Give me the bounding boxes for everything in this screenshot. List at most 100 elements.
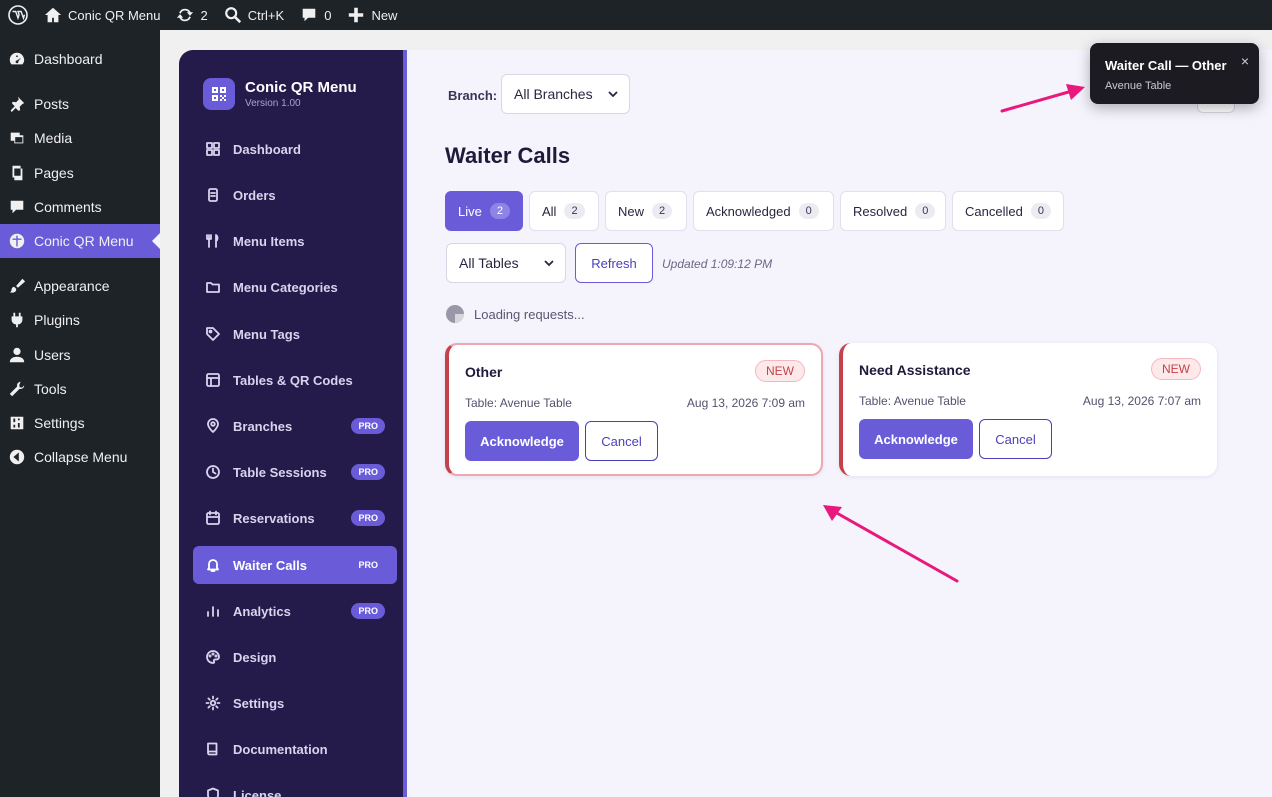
wp-menu-settings[interactable]: Settings	[0, 406, 160, 440]
call-type: Other	[465, 364, 503, 380]
new-content-link[interactable]: New	[339, 0, 405, 30]
media-icon	[0, 129, 34, 147]
admin-bar: Conic QR Menu 2 Ctrl+K 0 New	[0, 0, 1272, 30]
table-filter-select[interactable]: All Tables	[446, 243, 566, 283]
sliders-icon	[0, 414, 34, 432]
status-badge: NEW	[755, 360, 805, 382]
tab-count: 0	[915, 203, 936, 219]
nav-reservations[interactable]: Reservations PRO	[193, 499, 397, 537]
table-icon	[193, 372, 233, 388]
wp-menu-label: Appearance	[34, 278, 110, 294]
plugin-brand: Conic QR Menu Version 1.00	[203, 78, 357, 110]
tab-all[interactable]: All 2	[529, 191, 599, 231]
tab-count: 2	[489, 203, 510, 219]
refresh-icon	[177, 8, 194, 22]
chevron-down-icon	[608, 91, 618, 98]
wp-menu-dashboard[interactable]: Dashboard	[0, 42, 160, 76]
clock-icon	[193, 464, 233, 480]
wp-menu-tools[interactable]: Tools	[0, 372, 160, 406]
nav-menu-categories[interactable]: Menu Categories	[193, 268, 397, 306]
refresh-button[interactable]: Refresh	[575, 243, 653, 283]
tab-new[interactable]: New 2	[605, 191, 687, 231]
wp-menu-users[interactable]: Users	[0, 338, 160, 372]
gear-icon	[193, 695, 233, 711]
nav-analytics[interactable]: Analytics PRO	[193, 592, 397, 630]
tab-label: New	[618, 203, 645, 219]
calendar-icon	[193, 510, 233, 526]
call-table: Table: Avenue Table	[859, 394, 966, 408]
nav-orders[interactable]: Orders	[193, 176, 397, 214]
wp-menu-posts[interactable]: Posts	[0, 87, 160, 121]
pro-badge: PRO	[351, 418, 385, 434]
toast-subtitle: Avenue Table	[1105, 80, 1172, 92]
wp-menu-label: Dashboard	[34, 51, 103, 67]
tab-label: Live	[458, 203, 482, 219]
branch-select[interactable]: All Branches	[501, 74, 630, 114]
wordpress-logo-icon[interactable]	[0, 0, 36, 30]
tab-label: Cancelled	[965, 203, 1023, 219]
tab-live[interactable]: Live 2	[445, 191, 523, 231]
nav-label: Analytics	[233, 603, 291, 619]
wp-menu-plugins[interactable]: Plugins	[0, 303, 160, 337]
wp-menu-label: Plugins	[34, 312, 80, 328]
wp-menu-label: Comments	[34, 199, 102, 215]
acknowledge-button[interactable]: Acknowledge	[465, 421, 579, 461]
site-name-link[interactable]: Conic QR Menu	[36, 0, 168, 30]
pro-badge: PRO	[351, 464, 385, 480]
loading-indicator: Loading requests...	[446, 305, 585, 323]
updates-link[interactable]: 2	[168, 0, 215, 30]
nav-label: Menu Categories	[233, 279, 338, 295]
updated-timestamp: Updated 1:09:12 PM	[662, 257, 773, 271]
nav-branches[interactable]: Branches PRO	[193, 407, 397, 445]
nav-label: Waiter Calls	[233, 557, 307, 573]
wp-menu-comments[interactable]: Comments	[0, 190, 160, 224]
wp-menu-appearance[interactable]: Appearance	[0, 269, 160, 303]
close-icon[interactable]: ×	[1241, 53, 1249, 69]
nav-design[interactable]: Design	[193, 638, 397, 676]
nav-label: Settings	[233, 695, 285, 711]
pages-icon	[0, 164, 34, 182]
wp-menu-media[interactable]: Media	[0, 121, 160, 155]
shield-icon	[193, 787, 233, 797]
tab-acknowledged[interactable]: Acknowledged 0	[693, 191, 834, 231]
nav-table-sessions[interactable]: Table Sessions PRO	[193, 453, 397, 491]
plus-icon	[349, 7, 364, 23]
nav-menu-tags[interactable]: Menu Tags	[193, 315, 397, 353]
search-icon	[224, 7, 241, 24]
comments-link[interactable]: 0	[292, 0, 339, 30]
search-shortcut[interactable]: Ctrl+K	[216, 0, 292, 30]
tag-icon	[193, 326, 233, 342]
status-badge: NEW	[1151, 358, 1201, 380]
wp-menu-conic-qr-menu[interactable]: Conic QR Menu	[0, 224, 160, 258]
nav-documentation[interactable]: Documentation	[193, 730, 397, 768]
plugin-shell: Conic QR Menu Version 1.00 Dashboard Ord…	[179, 50, 1272, 797]
nav-label: License	[233, 787, 282, 797]
wp-menu-pages[interactable]: Pages	[0, 156, 160, 190]
acknowledge-button[interactable]: Acknowledge	[859, 419, 973, 459]
wp-menu-label: Collapse Menu	[34, 449, 128, 465]
wp-menu-collapse[interactable]: Collapse Menu	[0, 440, 160, 474]
nav-waiter-calls[interactable]: Waiter Calls PRO	[193, 546, 397, 584]
qr-logo-icon	[203, 78, 235, 110]
nav-license[interactable]: License	[193, 776, 397, 797]
wp-menu-label: Tools	[34, 381, 67, 397]
tab-cancelled[interactable]: Cancelled 0	[952, 191, 1064, 231]
tab-label: All	[542, 203, 557, 219]
branch-select-value: All Branches	[514, 86, 593, 102]
dashboard-icon	[0, 50, 34, 68]
nav-label: Orders	[233, 187, 276, 203]
cancel-button[interactable]: Cancel	[585, 421, 658, 461]
chevron-down-icon	[544, 260, 554, 267]
waiter-call-toast[interactable]: Waiter Call — Other Avenue Table ×	[1090, 43, 1259, 104]
bar-chart-icon	[193, 603, 233, 619]
updates-count: 2	[200, 7, 208, 23]
nav-dashboard[interactable]: Dashboard	[193, 130, 397, 168]
nav-settings[interactable]: Settings	[193, 684, 397, 722]
nav-tables-qr[interactable]: Tables & QR Codes	[193, 361, 397, 399]
comment-icon	[0, 198, 34, 216]
tab-resolved[interactable]: Resolved 0	[840, 191, 946, 231]
pro-badge: PRO	[351, 603, 385, 619]
nav-menu-items[interactable]: Menu Items	[193, 222, 397, 260]
cancel-button[interactable]: Cancel	[979, 419, 1052, 459]
wp-menu-label: Posts	[34, 96, 70, 112]
